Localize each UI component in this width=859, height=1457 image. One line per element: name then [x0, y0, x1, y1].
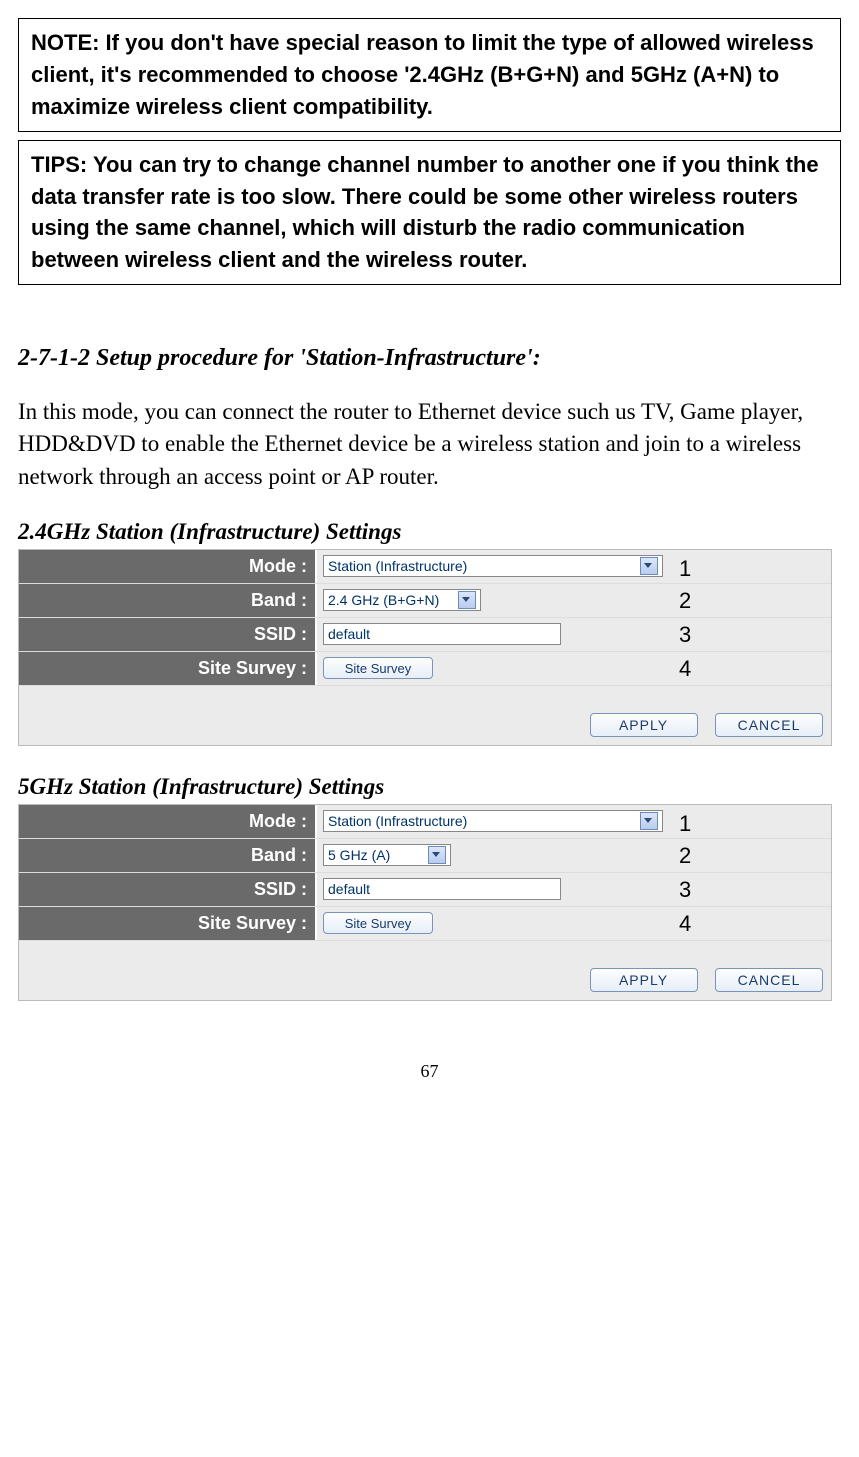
row-band: Band : 5 GHz (A) — [19, 839, 831, 873]
settings-panel-24: Mode : Station (Infrastructure) Band : 2… — [18, 549, 832, 746]
note-box: NOTE: If you don't have special reason t… — [18, 18, 841, 132]
cell-ssid — [317, 618, 831, 651]
cell-ssid — [317, 873, 831, 906]
band-select-value: 5 GHz (A) — [328, 847, 390, 863]
site-survey-button[interactable]: Site Survey — [323, 657, 433, 679]
label-ssid: SSID : — [19, 873, 317, 906]
footer-buttons: APPLY CANCEL — [19, 941, 831, 1000]
panel-5-title: 5GHz Station (Infrastructure) Settings — [18, 774, 841, 800]
site-survey-label: Site Survey — [345, 916, 411, 931]
cell-mode: Station (Infrastructure) — [317, 805, 831, 838]
row-survey: Site Survey : Site Survey — [19, 652, 831, 686]
mode-select-value: Station (Infrastructure) — [328, 558, 467, 574]
row-ssid: SSID : — [19, 873, 831, 907]
footer-buttons: APPLY CANCEL — [19, 686, 831, 745]
cell-mode: Station (Infrastructure) — [317, 550, 831, 583]
section-title: 2-7-1-2 Setup procedure for 'Station-Inf… — [18, 345, 841, 372]
cell-survey: Site Survey — [317, 907, 831, 940]
mode-select[interactable]: Station (Infrastructure) — [323, 810, 663, 832]
chevron-down-icon — [640, 812, 658, 830]
callout-4: 4 — [679, 656, 691, 682]
callout-3: 3 — [679, 877, 691, 903]
label-ssid: SSID : — [19, 618, 317, 651]
row-mode: Mode : Station (Infrastructure) — [19, 550, 831, 584]
tips-box: TIPS: You can try to change channel numb… — [18, 140, 841, 286]
callout-2: 2 — [679, 843, 691, 869]
intro-paragraph: In this mode, you can connect the router… — [18, 396, 841, 493]
cell-survey: Site Survey — [317, 652, 831, 685]
label-band: Band : — [19, 839, 317, 872]
label-survey: Site Survey : — [19, 907, 317, 940]
tips-text: TIPS: You can try to change channel numb… — [31, 149, 828, 277]
mode-select-value: Station (Infrastructure) — [328, 813, 467, 829]
band-select[interactable]: 2.4 GHz (B+G+N) — [323, 589, 481, 611]
cancel-label: CANCEL — [738, 717, 801, 733]
cancel-button[interactable]: CANCEL — [715, 968, 823, 992]
cancel-button[interactable]: CANCEL — [715, 713, 823, 737]
row-ssid: SSID : — [19, 618, 831, 652]
apply-button[interactable]: APPLY — [590, 713, 698, 737]
cell-band: 2.4 GHz (B+G+N) — [317, 584, 831, 617]
label-mode: Mode : — [19, 550, 317, 583]
ssid-input[interactable] — [323, 623, 561, 645]
ssid-input[interactable] — [323, 878, 561, 900]
panel-24-title: 2.4GHz Station (Infrastructure) Settings — [18, 519, 841, 545]
page-number: 67 — [18, 1061, 841, 1082]
site-survey-button[interactable]: Site Survey — [323, 912, 433, 934]
site-survey-label: Site Survey — [345, 661, 411, 676]
chevron-down-icon — [428, 846, 446, 864]
callout-1: 1 — [679, 811, 691, 837]
apply-button[interactable]: APPLY — [590, 968, 698, 992]
note-text: NOTE: If you don't have special reason t… — [31, 27, 828, 123]
apply-label: APPLY — [619, 972, 668, 988]
row-mode: Mode : Station (Infrastructure) — [19, 805, 831, 839]
band-select[interactable]: 5 GHz (A) — [323, 844, 451, 866]
callout-2: 2 — [679, 588, 691, 614]
cell-band: 5 GHz (A) — [317, 839, 831, 872]
chevron-down-icon — [640, 557, 658, 575]
callout-3: 3 — [679, 622, 691, 648]
row-band: Band : 2.4 GHz (B+G+N) — [19, 584, 831, 618]
chevron-down-icon — [458, 591, 476, 609]
row-survey: Site Survey : Site Survey — [19, 907, 831, 941]
band-select-value: 2.4 GHz (B+G+N) — [328, 592, 439, 608]
label-band: Band : — [19, 584, 317, 617]
apply-label: APPLY — [619, 717, 668, 733]
label-mode: Mode : — [19, 805, 317, 838]
callout-4: 4 — [679, 911, 691, 937]
callout-1: 1 — [679, 556, 691, 582]
mode-select[interactable]: Station (Infrastructure) — [323, 555, 663, 577]
settings-panel-5: Mode : Station (Infrastructure) Band : 5… — [18, 804, 832, 1001]
label-survey: Site Survey : — [19, 652, 317, 685]
cancel-label: CANCEL — [738, 972, 801, 988]
